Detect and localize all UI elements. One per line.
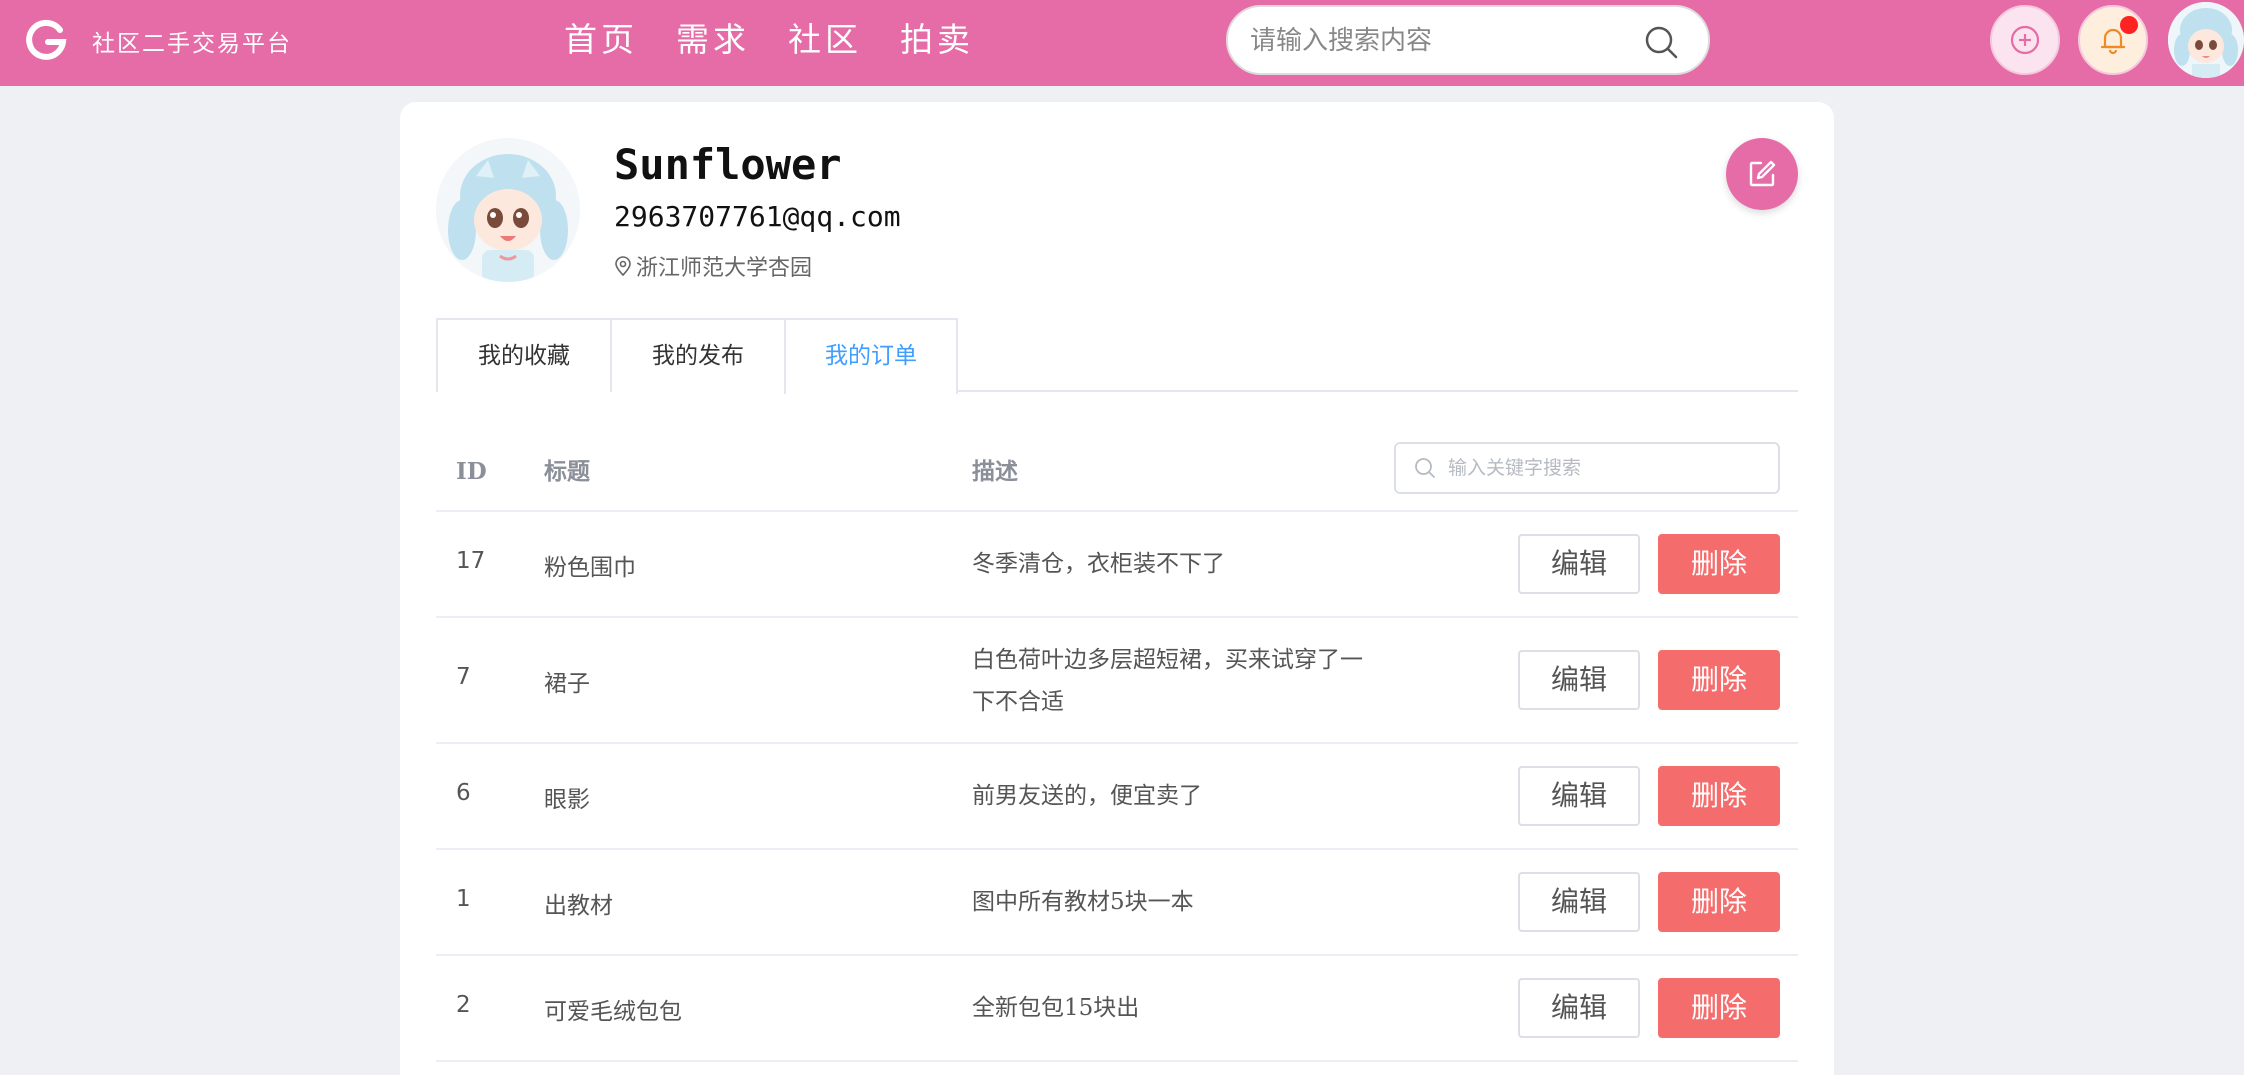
row-id: 17 (456, 548, 486, 574)
search-icon (1415, 458, 1435, 478)
row-desc: 白色荷叶边多层超短裙，买来试穿了一下不合适 (972, 647, 1363, 715)
delete-button[interactable]: 删除 (1658, 978, 1780, 1038)
table-row: 1 出教材 图中所有教材5块一本 编辑 删除 (436, 850, 1798, 956)
row-id: 2 (456, 992, 471, 1018)
header-id: ID (456, 458, 487, 485)
profile-location: 浙江师范大学杏园 (614, 250, 812, 282)
table-header: ID 标题 描述 (436, 432, 1798, 512)
location-pin-icon (615, 256, 631, 276)
edit-button[interactable]: 编辑 (1518, 978, 1640, 1038)
main-nav: 首页 需求 社区 拍卖 (564, 16, 1012, 64)
avatar-image (436, 138, 580, 282)
edit-profile-button[interactable] (1726, 138, 1798, 210)
nav-community[interactable]: 社区 (788, 16, 862, 64)
nav-home[interactable]: 首页 (564, 16, 638, 64)
top-navbar: 社区二手交易平台 首页 需求 社区 拍卖 (0, 0, 2244, 86)
keyword-search-input[interactable] (1448, 452, 1768, 484)
edit-button[interactable]: 编辑 (1518, 534, 1640, 594)
profile-username: Sunflower (614, 140, 842, 189)
user-avatar[interactable] (2168, 2, 2244, 78)
header-title: 标题 (544, 458, 590, 485)
edit-icon (1749, 160, 1776, 187)
row-title: 裙子 (544, 671, 590, 697)
row-desc: 全新包包15块出 (972, 995, 1140, 1021)
notification-badge (2120, 16, 2138, 34)
row-title: 出教材 (544, 893, 613, 919)
nav-auction[interactable]: 拍卖 (900, 16, 974, 64)
tab-my-orders[interactable]: 我的订单 (784, 318, 958, 394)
logo-icon[interactable] (24, 18, 68, 62)
avatar-image (2168, 2, 2244, 78)
edit-button[interactable]: 编辑 (1518, 766, 1640, 826)
notification-button[interactable] (2078, 5, 2148, 75)
search-icon[interactable] (1644, 25, 1678, 59)
table-row: 17 粉色围巾 冬季清仓，衣柜装不下了 编辑 删除 (436, 512, 1798, 618)
profile-email: 2963707761@qq.com (614, 200, 901, 233)
plus-circle-icon (2010, 25, 2040, 55)
delete-button[interactable]: 删除 (1658, 872, 1780, 932)
orders-table: ID 标题 描述 17 粉色围巾 冬季清仓，衣柜装不下了 编辑 删除 7 裙子 … (436, 432, 1798, 1062)
global-search (1226, 5, 1710, 75)
profile-avatar (436, 138, 580, 282)
brand-name: 社区二手交易平台 (92, 31, 292, 57)
table-row: 2 可爱毛绒包包 全新包包15块出 编辑 删除 (436, 956, 1798, 1062)
search-input[interactable] (1250, 19, 1630, 63)
table-row: 7 裙子 白色荷叶边多层超短裙，买来试穿了一下不合适 编辑 删除 (436, 618, 1798, 744)
location-text: 浙江师范大学杏园 (636, 256, 813, 281)
header-desc: 描述 (972, 458, 1018, 485)
edit-button[interactable]: 编辑 (1518, 872, 1640, 932)
row-id: 6 (456, 780, 471, 806)
delete-button[interactable]: 删除 (1658, 766, 1780, 826)
publish-button[interactable] (1990, 5, 2060, 75)
profile-tabs: 我的收藏 我的发布 我的订单 (436, 318, 1798, 394)
row-desc: 前男友送的，便宜卖了 (972, 783, 1202, 809)
row-id: 7 (456, 664, 471, 690)
row-title: 眼影 (544, 787, 590, 813)
table-filter (1394, 442, 1780, 494)
delete-button[interactable]: 删除 (1658, 534, 1780, 594)
row-title: 可爱毛绒包包 (544, 999, 682, 1025)
table-row: 6 眼影 前男友送的，便宜卖了 编辑 删除 (436, 744, 1798, 850)
row-desc: 图中所有教材5块一本 (972, 889, 1194, 915)
tab-my-posts[interactable]: 我的发布 (610, 318, 784, 392)
row-id: 1 (456, 886, 471, 912)
edit-button[interactable]: 编辑 (1518, 650, 1640, 710)
tab-favorites[interactable]: 我的收藏 (436, 318, 610, 392)
row-title: 粉色围巾 (544, 555, 636, 581)
delete-button[interactable]: 删除 (1658, 650, 1780, 710)
nav-demand[interactable]: 需求 (676, 16, 750, 64)
profile-card: Sunflower 2963707761@qq.com 浙江师范大学杏园 我的收… (400, 102, 1834, 1075)
row-desc: 冬季清仓，衣柜装不下了 (972, 551, 1225, 577)
